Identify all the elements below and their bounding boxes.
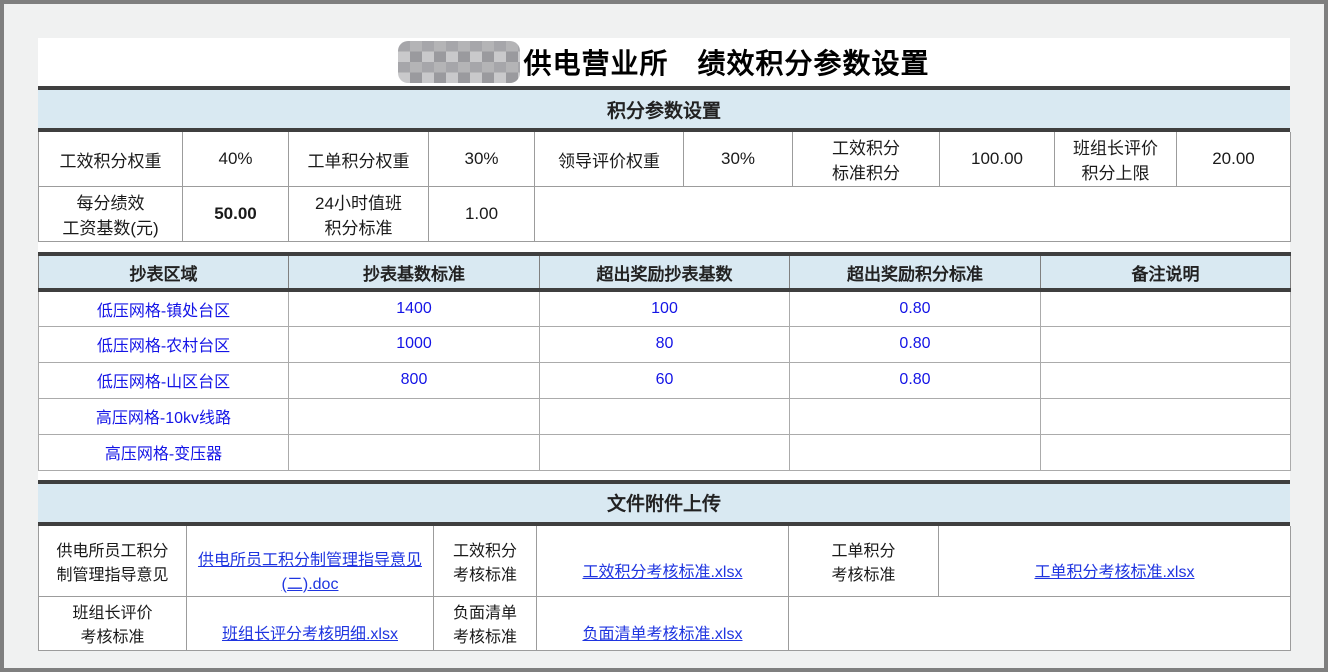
remarks-cell[interactable]: [1041, 326, 1291, 362]
attachments-row-2: 班组长评价 考核标准 班组长评分考核明细.xlsx 负面清单 考核标准 负面清单…: [39, 596, 1291, 650]
table-row: 低压网格-农村台区 1000 80 0.80: [39, 326, 1291, 362]
col-header-bonus-points: 超出奖励积分标准: [790, 254, 1041, 290]
params-row-2: 每分绩效 工资基数(元) 50.00 24小时值班 积分标准 1.00: [39, 187, 1291, 242]
label-leader-eval-weight: 领导评价权重: [535, 132, 684, 187]
guidance-doc-link[interactable]: 供电所员工积分制管理指导意见(二).doc: [198, 552, 422, 593]
value-gongxiao-weight[interactable]: 40%: [183, 132, 289, 187]
label-foreman-eval-cap: 班组长评价 积分上限: [1055, 132, 1177, 187]
spacer: [38, 242, 1290, 252]
redacted-name-blur: [398, 41, 520, 83]
attachment-cell: 工效积分考核标准.xlsx: [537, 526, 789, 597]
table-row: 低压网格-镇处台区 1400 100 0.80: [39, 290, 1291, 326]
bonus-base-cell[interactable]: 100: [540, 290, 790, 326]
base-cell[interactable]: 800: [289, 362, 540, 398]
label-guidance-doc: 供电所员工积分 制管理指导意见: [39, 526, 187, 597]
attachments-empty-cell: [789, 596, 1291, 650]
value-gongxiao-standard-points[interactable]: 100.00: [940, 132, 1055, 187]
label-gongxiao-standard-points: 工效积分 标准积分: [793, 132, 940, 187]
attachments-row-1: 供电所员工积分 制管理指导意见 供电所员工积分制管理指导意见(二).doc 工效…: [39, 526, 1291, 597]
base-cell[interactable]: 1400: [289, 290, 540, 326]
remarks-cell[interactable]: [1041, 290, 1291, 326]
app-window: 供电营业所 绩效积分参数设置 积分参数设置 工效积分权重 40% 工单积分权重 …: [0, 0, 1328, 672]
section-header-attachments: 文件附件上传: [38, 480, 1290, 526]
area-cell: 高压网格-10kv线路: [39, 398, 289, 434]
bonus-points-cell[interactable]: 0.80: [790, 326, 1041, 362]
value-wage-base-per-point[interactable]: 50.00: [183, 187, 289, 242]
bonus-points-cell[interactable]: 0.80: [790, 290, 1041, 326]
worksheet-panel: 供电营业所 绩效积分参数设置 积分参数设置 工效积分权重 40% 工单积分权重 …: [38, 38, 1290, 651]
attachment-cell: 班组长评分考核明细.xlsx: [187, 596, 434, 650]
base-cell[interactable]: [289, 434, 540, 470]
meter-reading-table: 抄表区域 抄表基数标准 超出奖励抄表基数 超出奖励积分标准 备注说明 低压网格-…: [38, 252, 1291, 471]
params-table: 工效积分权重 40% 工单积分权重 30% 领导评价权重 30% 工效积分 标准…: [38, 132, 1291, 242]
label-gongxiao-standard-file: 工效积分 考核标准: [434, 526, 537, 597]
value-foreman-eval-cap[interactable]: 20.00: [1177, 132, 1291, 187]
negative-list-link[interactable]: 负面清单考核标准.xlsx: [582, 626, 742, 643]
section-header-params: 积分参数设置: [38, 90, 1290, 132]
params-empty-cell: [535, 187, 1291, 242]
bonus-base-cell[interactable]: 80: [540, 326, 790, 362]
area-cell: 高压网格-变压器: [39, 434, 289, 470]
label-foreman-eval-file: 班组长评价 考核标准: [39, 596, 187, 650]
col-header-area: 抄表区域: [39, 254, 289, 290]
col-header-remarks: 备注说明: [1041, 254, 1291, 290]
value-gongdan-weight[interactable]: 30%: [429, 132, 535, 187]
bonus-points-cell[interactable]: [790, 434, 1041, 470]
value-leader-eval-weight[interactable]: 30%: [684, 132, 793, 187]
foreman-eval-link[interactable]: 班组长评分考核明细.xlsx: [222, 626, 398, 643]
table-row: 高压网格-10kv线路: [39, 398, 1291, 434]
table-row: 高压网格-变压器: [39, 434, 1291, 470]
label-gongdan-standard-file: 工单积分 考核标准: [789, 526, 939, 597]
remarks-cell[interactable]: [1041, 398, 1291, 434]
attachment-cell: 负面清单考核标准.xlsx: [537, 596, 789, 650]
meter-header-row: 抄表区域 抄表基数标准 超出奖励抄表基数 超出奖励积分标准 备注说明: [39, 254, 1291, 290]
label-gongxiao-weight: 工效积分权重: [39, 132, 183, 187]
label-gongdan-weight: 工单积分权重: [289, 132, 429, 187]
bonus-base-cell[interactable]: 60: [540, 362, 790, 398]
remarks-cell[interactable]: [1041, 434, 1291, 470]
page-title: 供电营业所 绩效积分参数设置: [523, 42, 929, 82]
table-row: 低压网格-山区台区 800 60 0.80: [39, 362, 1291, 398]
attachment-cell: 供电所员工积分制管理指导意见(二).doc: [187, 526, 434, 597]
value-24h-duty-standard[interactable]: 1.00: [429, 187, 535, 242]
bonus-base-cell[interactable]: [540, 434, 790, 470]
attachments-table: 供电所员工积分 制管理指导意见 供电所员工积分制管理指导意见(二).doc 工效…: [38, 526, 1291, 651]
gongdan-standard-link[interactable]: 工单积分考核标准.xlsx: [1034, 564, 1194, 581]
bonus-base-cell[interactable]: [540, 398, 790, 434]
remarks-cell[interactable]: [1041, 362, 1291, 398]
label-24h-duty-standard: 24小时值班 积分标准: [289, 187, 429, 242]
base-cell[interactable]: [289, 398, 540, 434]
spacer: [38, 471, 1290, 480]
bonus-points-cell[interactable]: 0.80: [790, 362, 1041, 398]
attachment-cell: 工单积分考核标准.xlsx: [939, 526, 1291, 597]
area-cell: 低压网格-镇处台区: [39, 290, 289, 326]
col-header-bonus-base: 超出奖励抄表基数: [540, 254, 790, 290]
base-cell[interactable]: 1000: [289, 326, 540, 362]
bonus-points-cell[interactable]: [790, 398, 1041, 434]
label-wage-base-per-point: 每分绩效 工资基数(元): [39, 187, 183, 242]
area-cell: 低压网格-农村台区: [39, 326, 289, 362]
params-row-1: 工效积分权重 40% 工单积分权重 30% 领导评价权重 30% 工效积分 标准…: [39, 132, 1291, 187]
gongxiao-standard-link[interactable]: 工效积分考核标准.xlsx: [582, 564, 742, 581]
col-header-base-standard: 抄表基数标准: [289, 254, 540, 290]
area-cell: 低压网格-山区台区: [39, 362, 289, 398]
label-negative-list-file: 负面清单 考核标准: [434, 596, 537, 650]
title-row: 供电营业所 绩效积分参数设置: [38, 38, 1290, 90]
